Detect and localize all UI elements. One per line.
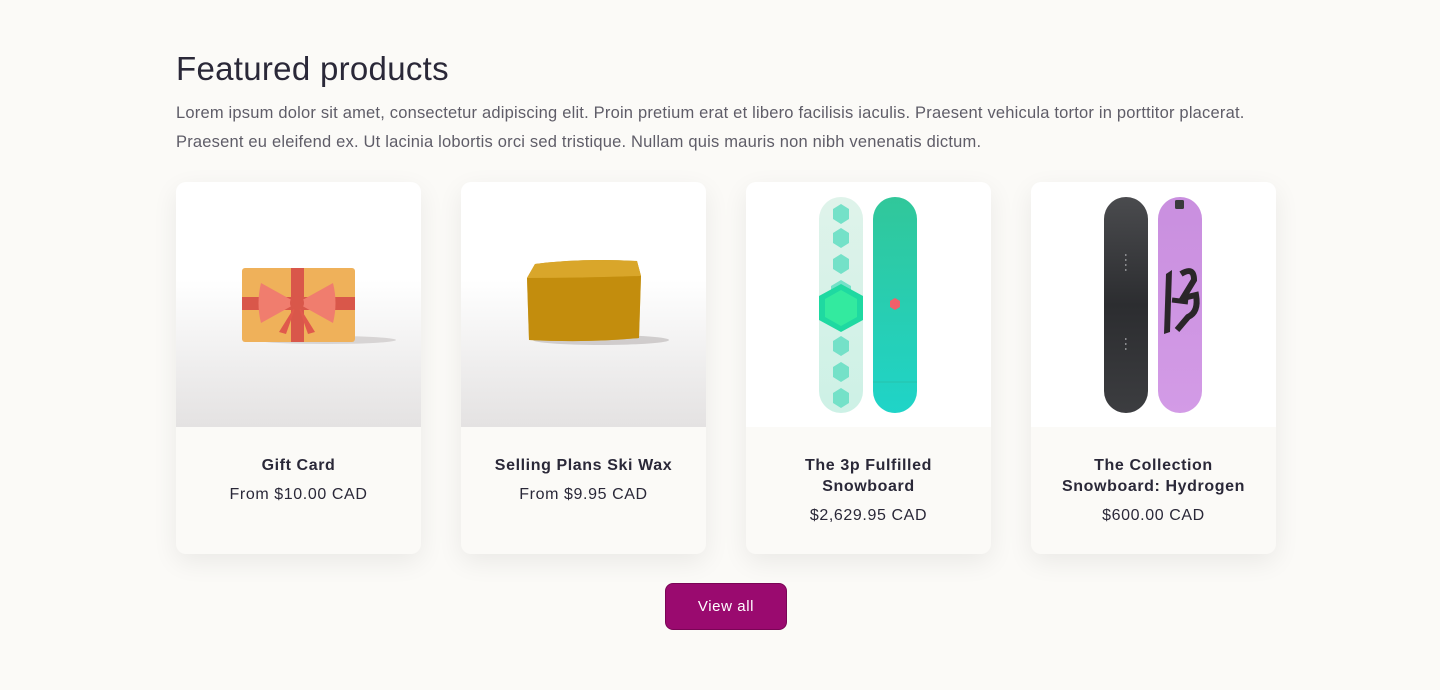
product-price: From $9.95 CAD <box>519 486 648 503</box>
section-title: Featured products <box>176 50 449 87</box>
gift-card-image[interactable] <box>176 182 421 427</box>
product-card-ski-wax[interactable]: Selling Plans Ski Wax From $9.95 CAD <box>461 182 706 554</box>
ski-wax-image[interactable] <box>461 182 706 427</box>
product-price: $600.00 CAD <box>1102 507 1205 524</box>
product-title[interactable]: The Collection Snowboard: Hydrogen <box>1054 455 1254 497</box>
product-card-gift-card[interactable]: Gift Card From $10.00 CAD <box>176 182 421 554</box>
view-all-button[interactable]: View all <box>665 583 787 630</box>
teal-snowboard-image[interactable] <box>746 182 991 427</box>
product-title[interactable]: Selling Plans Ski Wax <box>484 455 684 476</box>
section-description: Lorem ipsum dolor sit amet, consectetur … <box>176 104 1245 151</box>
product-title[interactable]: Gift Card <box>199 455 399 476</box>
black-purple-snowboard-image[interactable] <box>1031 182 1276 427</box>
product-price: $2,629.95 CAD <box>809 507 928 524</box>
product-title[interactable]: The 3p Fulfilled Snowboard <box>769 455 969 497</box>
product-grid: Gift Card From $10.00 CAD Selling Plans … <box>176 182 1276 554</box>
product-card-3p-fulfilled-snowboard[interactable]: The 3p Fulfilled Snowboard $2,629.95 CAD <box>746 182 991 554</box>
product-price: From $10.00 CAD <box>229 486 368 503</box>
product-card-collection-snowboard-hydrogen[interactable]: The Collection Snowboard: Hydrogen $600.… <box>1031 182 1276 554</box>
